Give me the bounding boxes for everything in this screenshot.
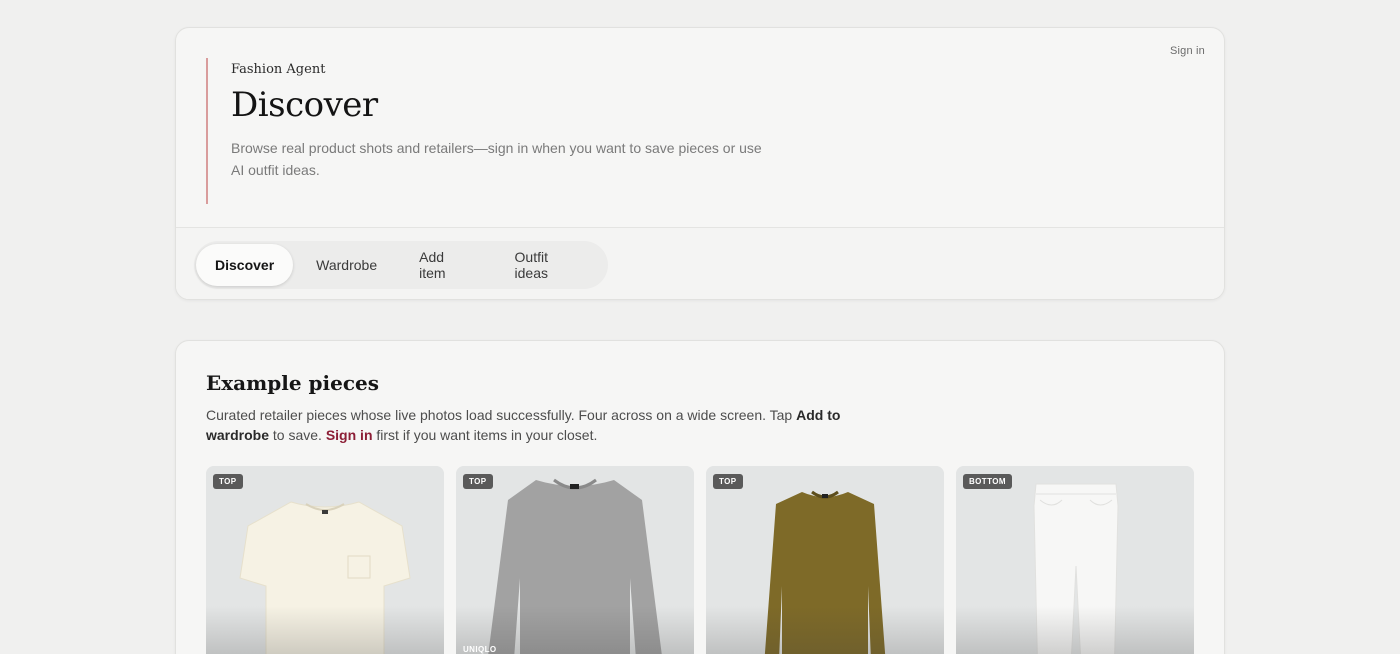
desc-text: first if you want items in your closet. (372, 427, 598, 443)
category-badge: TOP (213, 474, 243, 489)
page-subtitle: Browse real product shots and retailers—… (231, 140, 762, 178)
category-badge: TOP (713, 474, 743, 489)
product-card[interactable]: BOTTOM (956, 466, 1194, 654)
product-grid: TOP TOP UNIQLO TOP BOTTOM (206, 466, 1206, 654)
image-shade (956, 606, 1194, 654)
tab-discover[interactable]: Discover (196, 244, 294, 286)
tab-wardrobe[interactable]: Wardrobe (297, 244, 396, 286)
tab-outfit-ideas[interactable]: Outfit ideas (496, 244, 602, 286)
desc-text: Curated retailer pieces whose live photo… (206, 407, 797, 423)
category-badge: TOP (463, 474, 493, 489)
image-shade (706, 606, 944, 654)
desc-text: to save. (269, 427, 326, 443)
category-badge: BOTTOM (963, 474, 1012, 489)
image-shade (206, 606, 444, 654)
retailer-label: UNIQLO (463, 645, 497, 654)
header-card: Sign in Fashion Agent Discover Browse re… (175, 27, 1225, 300)
product-card[interactable]: TOP UNIQLO (456, 466, 694, 654)
product-card[interactable]: TOP (206, 466, 444, 654)
example-pieces-card: Example pieces Curated retailer pieces w… (175, 340, 1225, 654)
page-title: Discover (231, 85, 378, 125)
tab-group: Discover Wardrobe Add item Outfit ideas (194, 241, 608, 289)
hero-section: Fashion Agent Discover Browse real produ… (206, 58, 906, 204)
tab-bar: Discover Wardrobe Add item Outfit ideas (176, 227, 1224, 299)
section-title: Example pieces (206, 371, 380, 395)
inline-sign-in-link[interactable]: Sign in (326, 427, 373, 443)
product-card[interactable]: TOP (706, 466, 944, 654)
section-description: Curated retailer pieces whose live photo… (206, 405, 846, 445)
tab-add-item[interactable]: Add item (400, 244, 491, 286)
sign-in-link[interactable]: Sign in (1170, 45, 1205, 57)
brand-name: Fashion Agent (231, 62, 326, 77)
